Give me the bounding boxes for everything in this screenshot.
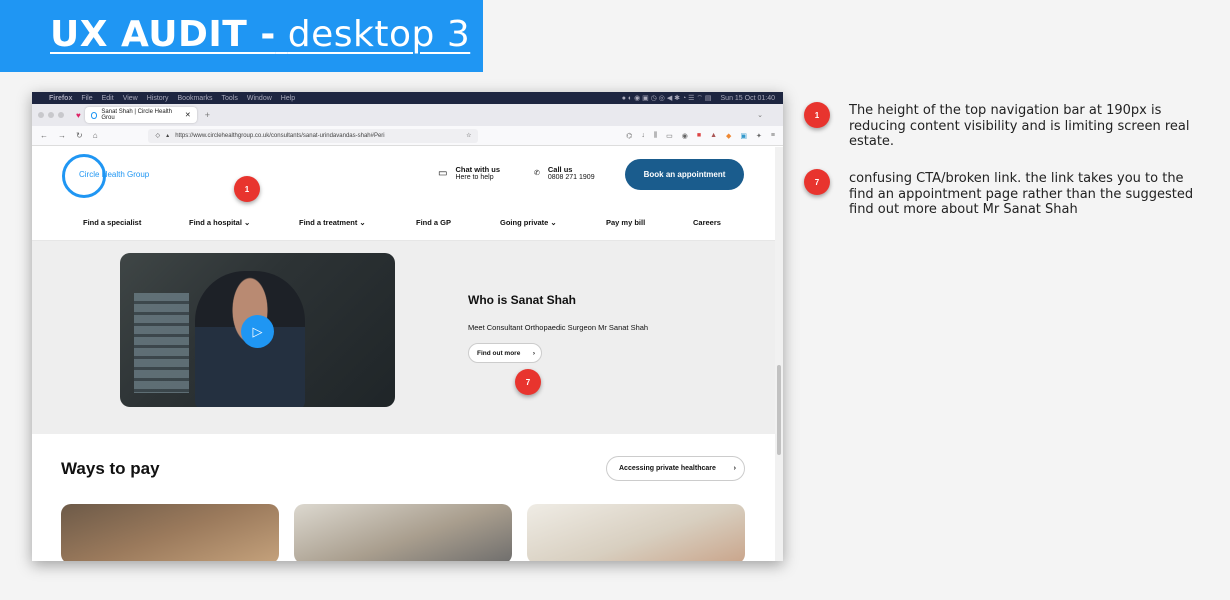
lock-icon[interactable]: ▴ — [166, 132, 169, 139]
menu-file[interactable]: File — [81, 95, 92, 102]
browser-screenshot: Firefox File Edit View History Bookmarks… — [32, 92, 783, 561]
tab-list-icon[interactable]: ⌄ — [757, 111, 763, 119]
extension-icon[interactable]: ◉ — [682, 132, 688, 140]
back-icon[interactable]: ← — [40, 131, 48, 140]
consultant-video-section: ▷ Who is Sanat Shah Meet Consultant Orth… — [32, 241, 783, 434]
menu-icon[interactable]: ≡ — [771, 132, 775, 140]
note-badge-1: 1 — [804, 102, 830, 128]
nav-find-specialist[interactable]: Find a specialist — [83, 218, 141, 227]
annotation-badge-1: 1 — [234, 176, 260, 202]
meet-consultant-text: Meet Consultant Orthopaedic Surgeon Mr S… — [468, 323, 649, 332]
reload-icon[interactable]: ↻ — [76, 131, 83, 140]
tab-bar: ♥ Sanat Shah | Circle Health Grou ✕ + ⌄ — [32, 104, 783, 126]
nav-careers[interactable]: Careers — [693, 218, 721, 227]
menu-tools[interactable]: Tools — [222, 95, 238, 102]
audit-title: UX AUDIT - desktop 3 — [50, 14, 471, 55]
library-icon[interactable]: ⫼ — [654, 132, 657, 140]
chevron-right-icon: › — [733, 465, 736, 472]
menu-help[interactable]: Help — [281, 95, 295, 102]
home-icon[interactable]: ⌂ — [93, 131, 98, 140]
bookmark-star-icon[interactable]: ☆ — [466, 132, 471, 139]
payment-card-image-2[interactable] — [294, 504, 512, 561]
menu-app-name[interactable]: Firefox — [49, 95, 72, 102]
payment-card-image-1[interactable] — [61, 504, 279, 561]
firefox-view-icon[interactable]: ♥ — [76, 111, 81, 120]
audit-title-banner: UX AUDIT - desktop 3 — [0, 0, 483, 72]
active-tab[interactable]: Sanat Shah | Circle Health Grou ✕ — [84, 107, 197, 123]
annotation-badge-7: 7 — [515, 369, 541, 395]
play-icon[interactable]: ▷ — [241, 315, 274, 348]
menu-history[interactable]: History — [147, 95, 169, 102]
menu-bookmarks[interactable]: Bookmarks — [178, 95, 213, 102]
payment-card-image-3[interactable] — [527, 504, 745, 561]
url-bar[interactable]: ◇ ▴ https://www.circlehealthgroup.co.uk/… — [147, 128, 478, 143]
extension-icon-2[interactable]: ■ — [697, 132, 701, 140]
menu-view[interactable]: View — [123, 95, 138, 102]
tab-title: Sanat Shah | Circle Health Grou — [101, 109, 172, 121]
new-tab-button[interactable]: + — [205, 110, 210, 120]
site-header: Circle Health Group ▭ Chat with us Here t… — [32, 146, 783, 241]
ways-to-pay-heading: Ways to pay — [61, 459, 160, 478]
forward-icon[interactable]: → — [58, 131, 66, 140]
who-is-heading: Who is Sanat Shah — [468, 293, 577, 307]
favicon-icon — [90, 111, 98, 119]
nav-find-hospital[interactable]: Find a hospital ⌄ — [189, 218, 250, 227]
navigation-toolbar: ← → ↻ ⌂ ◇ ▴ https://www.circlehealthgrou… — [32, 126, 783, 146]
extension-icon-3[interactable]: ▲ — [710, 132, 717, 140]
chevron-right-icon: › — [532, 349, 535, 357]
video-background-shelf — [134, 293, 189, 393]
nav-pay-bill[interactable]: Pay my bill — [606, 218, 645, 227]
page-scrollbar[interactable] — [775, 147, 783, 561]
note-7-text: confusing CTA/broken link. the link take… — [849, 171, 1194, 218]
menu-window[interactable]: Window — [247, 95, 272, 102]
note-badge-7: 7 — [804, 169, 830, 195]
sidebar-icon[interactable]: ▭ — [666, 132, 673, 140]
ways-to-pay-section: Ways to pay Accessing private healthcare… — [32, 434, 783, 561]
extension-icon-5[interactable]: ▣ — [740, 132, 747, 140]
shield-icon[interactable]: ◇ — [156, 132, 161, 139]
extensions-icon[interactable]: ✦ — [756, 132, 762, 140]
toolbar-extensions: ⌬ ↓ ⫼ ▭ ◉ ■ ▲ ◆ ▣ ✦ ≡ — [626, 132, 775, 140]
window-controls[interactable] — [38, 112, 64, 118]
download-icon[interactable]: ↓ — [641, 132, 645, 140]
nav-going-private[interactable]: Going private ⌄ — [500, 218, 557, 227]
status-icons[interactable]: ● ◐ ◉ ▣ ◷ ◎ ◀ ✱ ◔ ☰ ⌔ ▤ — [622, 94, 712, 103]
find-out-more-button[interactable]: Find out more › — [468, 343, 542, 363]
extension-icon-4[interactable]: ◆ — [726, 132, 731, 140]
accessing-private-healthcare-button[interactable]: Accessing private healthcare › — [606, 456, 745, 481]
note-1-text: The height of the top navigation bar at … — [849, 103, 1190, 150]
logo-text[interactable]: Circle Health Group — [79, 170, 149, 179]
chat-with-us-link[interactable]: ▭ Chat with us Here to help — [438, 165, 500, 181]
close-tab-icon[interactable]: ✕ — [185, 111, 191, 119]
nav-find-treatment[interactable]: Find a treatment ⌄ — [299, 218, 366, 227]
pocket-icon[interactable]: ⌬ — [626, 132, 632, 140]
nav-find-gp[interactable]: Find a GP — [416, 218, 451, 227]
consultant-video[interactable]: ▷ — [120, 253, 395, 407]
menu-edit[interactable]: Edit — [102, 95, 114, 102]
phone-icon: ✆ — [534, 170, 540, 177]
book-appointment-button[interactable]: Book an appointment — [625, 159, 744, 190]
chat-icon: ▭ — [438, 167, 448, 179]
url-text: https://www.circlehealthgroup.co.uk/cons… — [175, 132, 385, 139]
mac-menu-bar: Firefox File Edit View History Bookmarks… — [32, 92, 783, 104]
menu-clock[interactable]: Sun 15 Oct 01:40 — [721, 95, 775, 102]
call-us-link[interactable]: ✆ Call us 0808 271 1909 — [534, 165, 595, 181]
